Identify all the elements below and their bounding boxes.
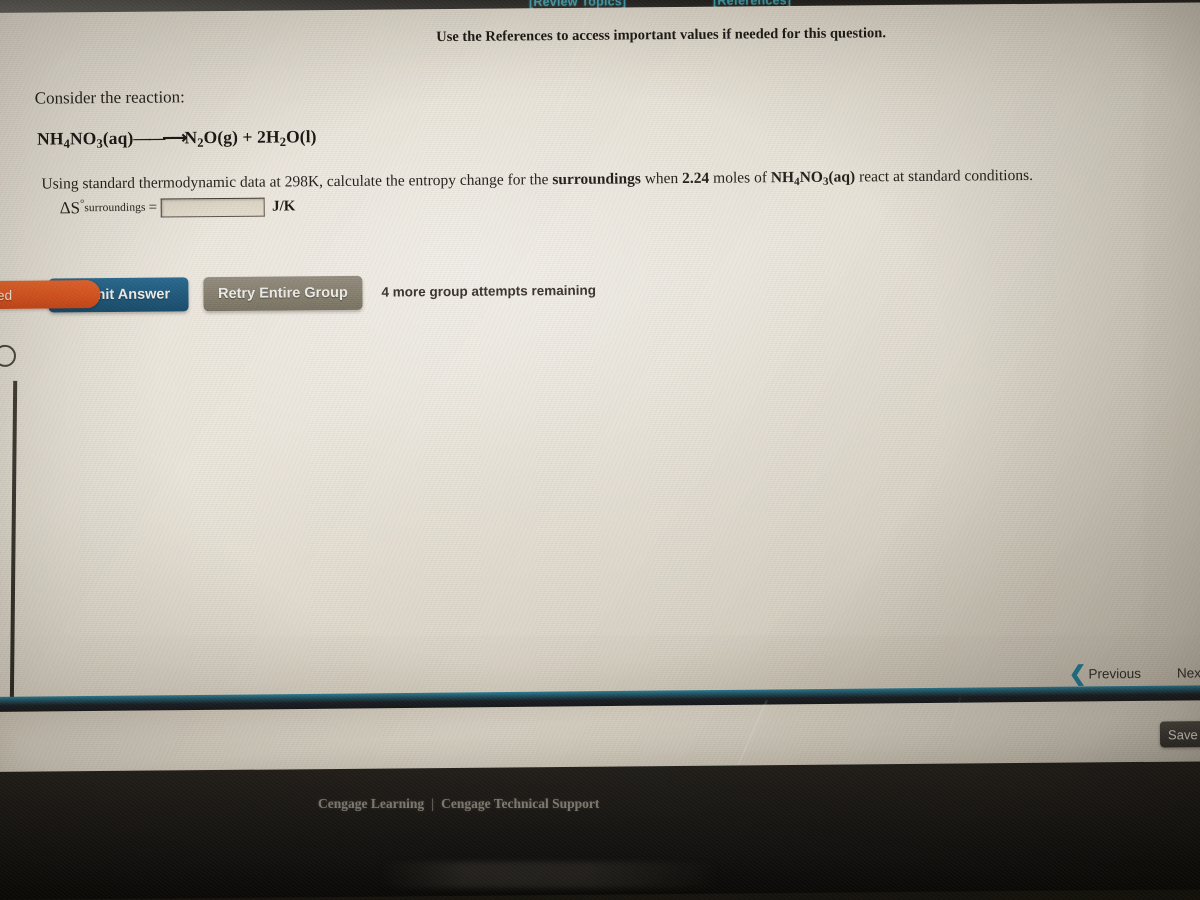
chevron-left-icon: ❮	[1068, 662, 1087, 686]
prompt-emphasis-surroundings: surroundings	[552, 170, 641, 189]
previous-label: Previous	[1088, 665, 1142, 682]
delta-s-symbol: ΔS°	[59, 198, 85, 218]
scrollbar-edge-artifact[interactable]	[9, 380, 18, 711]
action-button-row: Mastered mit Answer Retry Entire Group 4…	[0, 268, 1200, 320]
photographed-screen: [Review Topics] [References] Use the Ref…	[0, 0, 1200, 900]
chemical-equation: NH4NO3(aq)——⟶N2O(g) + 2H2O(l)	[37, 126, 317, 152]
footer-links: Cengage Learning | Cengage Technical Sup…	[318, 796, 599, 812]
entropy-answer-input[interactable]	[160, 197, 266, 218]
cengage-learning-link[interactable]: Cengage Learning	[318, 796, 424, 812]
mastered-badge-label: Mastered	[0, 287, 13, 303]
prompt-formula: NH4NO3(aq)	[770, 168, 856, 189]
equals-sign: =	[148, 199, 158, 216]
answer-unit-label: J/K	[271, 197, 296, 215]
mastered-badge: Mastered	[0, 280, 101, 310]
screen-edge-artifact	[0, 344, 17, 367]
retry-entire-group-button[interactable]: Retry Entire Group	[203, 275, 363, 312]
footer-separator: |	[431, 796, 435, 811]
reference-note: Use the References to access important v…	[436, 25, 886, 46]
answer-row: ΔS° surroundings = J/K	[60, 196, 296, 218]
equation-reactant: NH4NO3(aq)	[37, 127, 134, 151]
prompt-moles-value: 2.24	[682, 169, 710, 187]
next-label: Next	[1176, 665, 1200, 681]
previous-button[interactable]: ❮ Previous	[1068, 662, 1142, 686]
question-page: Use the References to access important v…	[0, 0, 1200, 794]
page-navigation: ❮ Previous Next ❯	[1068, 662, 1200, 686]
consider-line: Consider the reaction:	[34, 87, 185, 108]
equation-products: N2O(g) + 2H2O(l)	[184, 126, 317, 150]
cengage-technical-support-link[interactable]: Cengage Technical Support	[441, 796, 599, 812]
question-prompt: Using standard thermodynamic data at 298…	[41, 166, 1034, 193]
delta-s-subscript: surroundings	[84, 201, 146, 215]
attempts-remaining-text: 4 more group attempts remaining	[381, 282, 597, 300]
next-button[interactable]: Next ❯	[1177, 662, 1200, 683]
bottom-blurred-content	[380, 862, 720, 888]
reaction-arrow-icon: ——⟶	[133, 127, 185, 148]
save-and-exit-button[interactable]: Save a	[1159, 720, 1200, 748]
